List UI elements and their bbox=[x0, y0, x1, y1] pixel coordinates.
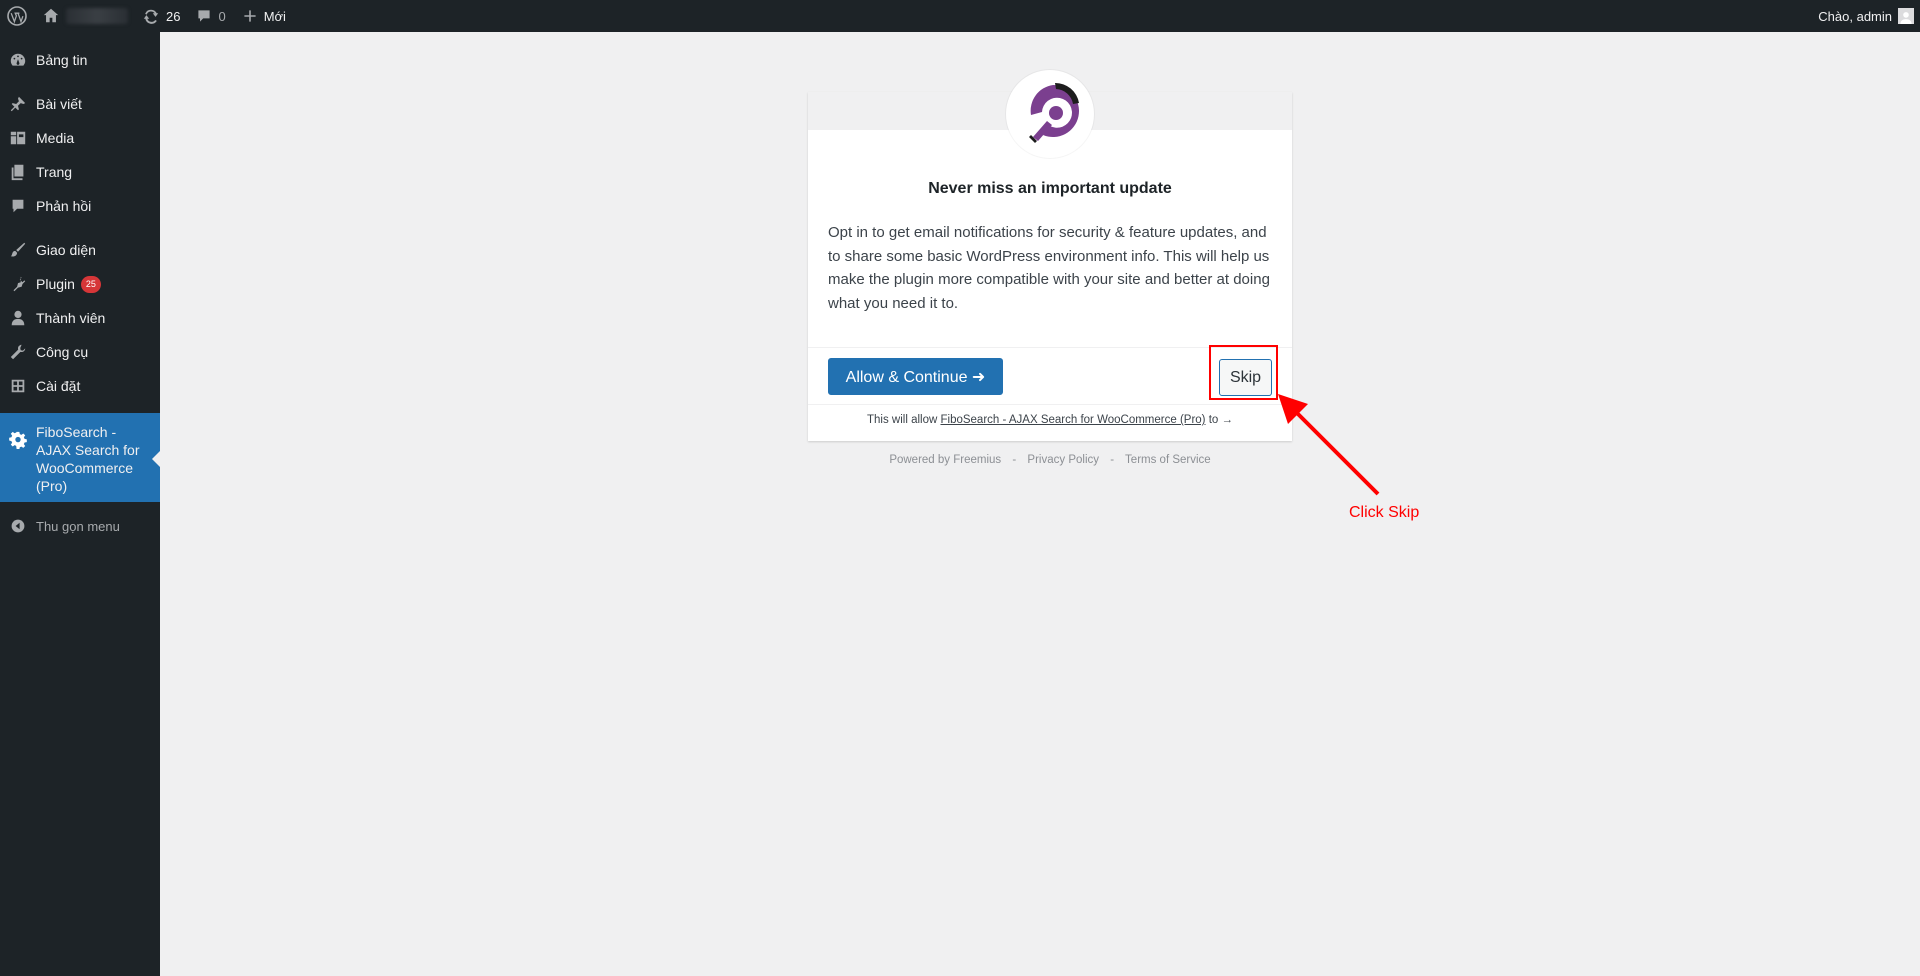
menu-separator bbox=[0, 223, 160, 233]
fibosearch-logo bbox=[1006, 70, 1094, 158]
annotation-arrow-icon bbox=[1278, 394, 1380, 496]
comments-count: 0 bbox=[218, 8, 226, 24]
comments-link[interactable]: 0 bbox=[188, 0, 233, 32]
avatar bbox=[1898, 8, 1914, 24]
pushpin-icon bbox=[9, 95, 27, 113]
menu-separator bbox=[0, 77, 160, 87]
sidebar-item-media[interactable]: Media bbox=[0, 121, 160, 155]
wordpress-logo-icon[interactable] bbox=[0, 0, 34, 32]
site-name-blurred bbox=[66, 8, 128, 24]
powered-by-link[interactable]: Powered by Freemius bbox=[889, 454, 1001, 466]
allow-continue-button[interactable]: Allow & Continue ➜ bbox=[828, 358, 1003, 395]
privacy-policy-link[interactable]: Privacy Policy bbox=[1027, 454, 1099, 466]
footer-separator: - bbox=[1110, 454, 1115, 466]
gear-icon bbox=[9, 431, 27, 449]
new-label: Mới bbox=[263, 8, 286, 24]
sidebar-item-posts[interactable]: Bài viết bbox=[0, 87, 160, 121]
sidebar-item-pages[interactable]: Trang bbox=[0, 155, 160, 189]
footer-separator: - bbox=[1012, 454, 1017, 466]
pages-icon bbox=[9, 163, 27, 181]
plugin-update-badge: 25 bbox=[80, 275, 101, 293]
media-icon bbox=[9, 129, 27, 147]
user-icon bbox=[9, 309, 27, 327]
paintbrush-icon bbox=[9, 241, 27, 259]
sidebar-item-appearance[interactable]: Giao diện bbox=[0, 233, 160, 267]
sidebar-item-users[interactable]: Thành viên bbox=[0, 301, 160, 335]
sidebar-item-label: Media bbox=[36, 130, 75, 146]
sidebar-item-comments[interactable]: Phản hồi bbox=[0, 189, 160, 223]
sidebar-item-plugins[interactable]: Plugin 25 bbox=[0, 267, 160, 301]
refresh-icon bbox=[143, 9, 159, 24]
terms-of-service-link[interactable]: Terms of Service bbox=[1125, 454, 1211, 466]
plus-icon bbox=[244, 10, 256, 22]
permissions-prefix: This will allow bbox=[866, 414, 938, 426]
greeting-text: Chào, admin bbox=[1818, 8, 1892, 24]
permissions-suffix[interactable]: to → bbox=[1209, 414, 1233, 426]
menu-separator bbox=[0, 403, 160, 413]
optin-title: Never miss an important update bbox=[928, 180, 1172, 197]
annotation-label: Click Skip bbox=[1349, 504, 1420, 521]
my-account-link[interactable]: Chào, admin bbox=[1810, 0, 1920, 32]
updates-link[interactable]: 26 bbox=[134, 0, 188, 32]
sidebar-item-label: Giao diện bbox=[36, 242, 96, 258]
plugin-icon bbox=[9, 275, 27, 293]
dashboard-icon bbox=[9, 51, 27, 69]
sidebar-item-fibosearch[interactable]: FiboSearch - AJAX Search for WooCommerce… bbox=[0, 413, 160, 502]
permissions-plugin-link[interactable]: FiboSearch - AJAX Search for WooCommerce… bbox=[940, 414, 1205, 426]
optin-permissions-text: This will allow FiboSearch - AJAX Search… bbox=[808, 414, 1292, 426]
sidebar-item-label: Thành viên bbox=[36, 310, 106, 326]
new-content-link[interactable]: Mới bbox=[234, 0, 294, 32]
updates-count: 26 bbox=[166, 8, 181, 24]
skip-highlight-box bbox=[1209, 345, 1278, 400]
sidebar-item-settings[interactable]: Cài đặt bbox=[0, 369, 160, 403]
comment-icon bbox=[198, 10, 211, 22]
admin-bar: 26 0 Mới Chào, admin bbox=[0, 0, 1920, 32]
sidebar-item-label: Phản hồi bbox=[36, 198, 92, 214]
collapse-arrow-icon bbox=[9, 517, 27, 535]
admin-sidebar: Bảng tin Bài viết Media Trang Phản hồi G… bbox=[0, 32, 160, 976]
home-icon bbox=[43, 8, 59, 23]
collapse-menu-label: Thu gọn menu bbox=[36, 518, 120, 534]
sidebar-item-label: Cài đặt bbox=[36, 378, 81, 394]
sidebar-item-dashboard[interactable]: Bảng tin bbox=[0, 43, 160, 77]
wrench-icon bbox=[9, 343, 27, 361]
comments-icon bbox=[9, 197, 27, 215]
sidebar-item-tools[interactable]: Công cụ bbox=[0, 335, 160, 369]
site-home-link[interactable] bbox=[34, 0, 134, 32]
optin-footer: Powered by Freemius - Privacy Policy - T… bbox=[808, 454, 1292, 466]
sidebar-item-label: Plugin bbox=[36, 276, 75, 292]
sidebar-item-label: Công cụ bbox=[36, 344, 89, 360]
sidebar-item-label: FiboSearch - AJAX Search for WooCommerce… bbox=[36, 424, 140, 494]
sidebar-item-label: Bảng tin bbox=[36, 52, 88, 68]
settings-grid-icon bbox=[9, 377, 27, 395]
sidebar-item-label: Trang bbox=[36, 164, 73, 180]
sidebar-item-label: Bài viết bbox=[36, 96, 82, 112]
optin-description: Opt in to get email notifications for se… bbox=[828, 224, 1270, 312]
collapse-menu-button[interactable]: Thu gọn menu bbox=[0, 509, 160, 543]
